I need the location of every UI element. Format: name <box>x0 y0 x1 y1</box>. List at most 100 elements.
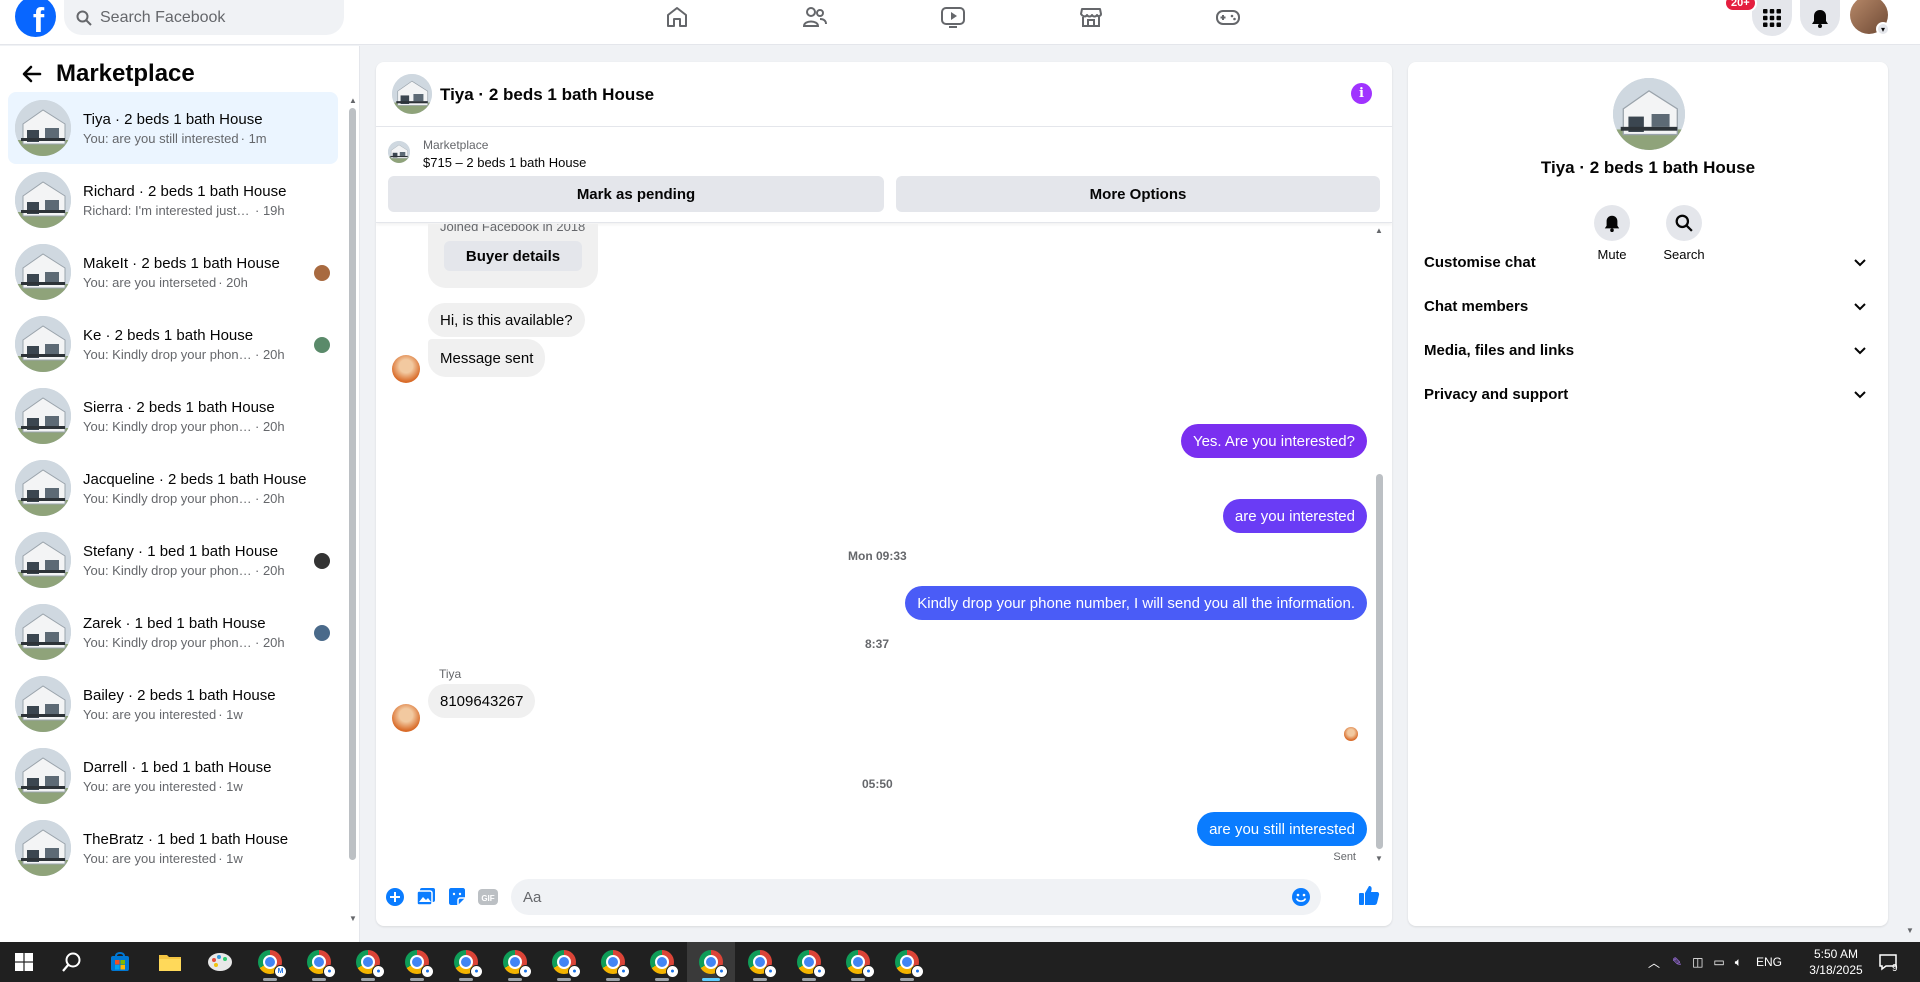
listing-thumbnail <box>15 244 71 300</box>
back-arrow-icon[interactable] <box>20 62 44 86</box>
emoji-icon[interactable] <box>1291 887 1311 907</box>
more-options-button[interactable]: More Options <box>896 176 1380 212</box>
conversation-item[interactable]: Stefany · 1 bed 1 bath House You: Kindly … <box>8 524 338 596</box>
store-app-button[interactable] <box>96 942 144 982</box>
info-icon[interactable]: i <box>1351 83 1372 104</box>
buyer-joined-text: Joined Facebook in 2018 <box>440 224 586 234</box>
conversation-item[interactable]: Richard · 2 beds 1 bath House Richard: I'… <box>8 164 338 236</box>
contact-avatar[interactable] <box>392 704 420 732</box>
listing-profile-image[interactable] <box>1613 78 1685 150</box>
conversation-item[interactable]: Darrell · 1 bed 1 bath House You: are you… <box>8 740 338 812</box>
chrome-window-button[interactable]: ● <box>540 942 588 982</box>
volume-icon[interactable]: 🔈︎ <box>1735 955 1742 970</box>
timestamp-divider: 8:37 <box>865 637 890 651</box>
chrome-window-button-active[interactable]: ● <box>687 942 735 982</box>
message-bubble-outgoing[interactable]: are you still interested <box>1197 812 1367 846</box>
media-files-links-section[interactable]: Media, files and links <box>1416 328 1880 372</box>
mark-as-pending-button[interactable]: Mark as pending <box>388 176 884 212</box>
conversation-preview: You: Kindly drop your phone num... <box>83 418 253 434</box>
chrome-window-button[interactable]: ● <box>736 942 784 982</box>
conversation-item[interactable]: Bailey · 2 beds 1 bath House You: are you… <box>8 668 338 740</box>
message-bubble-outgoing[interactable]: Kindly drop your phone number, I will se… <box>905 586 1367 620</box>
scrollbar-thumb[interactable] <box>349 108 356 860</box>
listing-thumbnail[interactable] <box>392 74 432 114</box>
buyer-details-button[interactable]: Buyer details <box>444 241 582 271</box>
paint-app-button[interactable] <box>196 942 244 982</box>
search-input[interactable] <box>100 8 320 27</box>
chrome-window-button[interactable]: ● <box>491 942 539 982</box>
page-scroll-down-arrow-icon[interactable]: ▼ <box>1906 926 1914 935</box>
chrome-window-button[interactable]: ● <box>393 942 441 982</box>
language-indicator[interactable]: ENG <box>1756 955 1782 969</box>
conversation-name: TheBratz · 1 bed 1 bath House <box>83 830 289 848</box>
contact-avatar[interactable] <box>392 355 420 383</box>
notification-center-button[interactable]: 9 <box>1878 942 1898 982</box>
thumbs-up-icon[interactable] <box>1358 884 1380 906</box>
conversation-text: Jacqueline · 2 beds 1 bath House You: Kin… <box>83 471 313 506</box>
video-icon[interactable] <box>939 4 967 30</box>
conversation-time: · 20h <box>218 274 248 290</box>
chrome-window-button[interactable]: ● <box>834 942 882 982</box>
chrome-window-button[interactable]: ● <box>589 942 637 982</box>
friends-icon[interactable] <box>801 4 829 30</box>
sidebar-scrollbar[interactable]: ▲ ▼ <box>348 96 357 923</box>
chrome-window-button[interactable]: ● <box>638 942 686 982</box>
conversation-item[interactable]: Zarek · 1 bed 1 bath House You: Kindly dr… <box>8 596 338 668</box>
sticker-icon[interactable] <box>446 886 468 908</box>
gaming-icon[interactable] <box>1214 4 1242 30</box>
plus-icon[interactable] <box>384 886 406 908</box>
message-bubble-incoming[interactable]: 8109643267 <box>428 684 536 718</box>
chat-title[interactable]: Tiya · 2 beds 1 bath House <box>440 85 654 105</box>
conversation-item[interactable]: Sierra · 2 beds 1 bath House You: Kindly … <box>8 380 338 452</box>
scroll-up-arrow-icon[interactable]: ▲ <box>349 96 357 105</box>
meet-now-icon[interactable]: ◫ <box>1692 955 1703 969</box>
conversation-item[interactable]: MakeIt · 2 beds 1 bath House You: are you… <box>8 236 338 308</box>
taskbar-clock[interactable]: 5:50 AM 3/18/2025 <box>1796 946 1876 978</box>
read-receipt-avatar <box>314 265 330 281</box>
message-input[interactable] <box>523 888 1283 906</box>
conversation-item[interactable]: Ke · 2 beds 1 bath House You: Kindly drop… <box>8 308 338 380</box>
chat-members-section[interactable]: Chat members <box>1416 284 1880 328</box>
marketplace-icon[interactable] <box>1077 4 1105 30</box>
facebook-logo[interactable]: f <box>15 0 56 37</box>
file-explorer-button[interactable] <box>146 942 194 982</box>
listing-price[interactable]: $715 – 2 beds 1 bath House <box>423 155 586 170</box>
home-icon[interactable] <box>663 4 691 30</box>
conversation-item[interactable]: Jacqueline · 2 beds 1 bath House You: Kin… <box>8 452 338 524</box>
chrome-icon: ● <box>356 950 385 978</box>
scroll-down-arrow-icon[interactable]: ▼ <box>349 914 357 923</box>
message-bubble-outgoing[interactable]: Yes. Are you interested? <box>1180 424 1367 458</box>
chrome-window-button[interactable]: ● <box>442 942 490 982</box>
notifications-button[interactable] <box>1800 0 1840 36</box>
chrome-window-button[interactable]: ● <box>883 942 931 982</box>
conversation-item[interactable]: Tiya · 2 beds 1 bath House You: are you s… <box>8 92 338 164</box>
conversation-item[interactable]: TheBratz · 1 bed 1 bath House You: are yo… <box>8 812 338 884</box>
network-icon[interactable]: ▭ <box>1713 955 1724 969</box>
message-bubble-outgoing[interactable]: are you interested <box>1222 499 1367 533</box>
chrome-window-button[interactable]: M <box>246 942 294 982</box>
show-hidden-icons-chevron-icon[interactable]: ︿ <box>1648 954 1660 971</box>
start-button[interactable] <box>0 942 48 982</box>
privacy-support-section[interactable]: Privacy and support <box>1416 372 1880 416</box>
search-bar[interactable] <box>64 0 344 35</box>
chat-scrollbar[interactable]: ▲ ▼ <box>1374 224 1384 866</box>
listing-small-thumbnail[interactable] <box>388 141 410 163</box>
chrome-window-button[interactable]: ● <box>785 942 833 982</box>
taskbar-search-button[interactable] <box>48 942 96 982</box>
pen-icon[interactable]: ✎ <box>1672 955 1682 969</box>
chrome-window-button[interactable]: ● <box>344 942 392 982</box>
customise-chat-section[interactable]: Customise chat <box>1416 240 1880 284</box>
message-bubble-incoming[interactable]: Message sent <box>428 339 546 377</box>
scroll-up-arrow-icon[interactable]: ▲ <box>1375 226 1383 235</box>
menu-button[interactable] <box>1752 0 1792 36</box>
scroll-down-arrow-icon[interactable]: ▼ <box>1375 854 1383 863</box>
listing-thumbnail <box>15 532 71 588</box>
photo-icon[interactable] <box>415 886 437 908</box>
scrollbar-thumb[interactable] <box>1376 474 1383 849</box>
message-input-box[interactable] <box>511 879 1321 915</box>
chrome-window-button[interactable]: ● <box>295 942 343 982</box>
message-thread: Joined Facebook in 2018 Buyer details Hi… <box>376 224 1392 866</box>
chevron-down-icon[interactable]: ▾ <box>1876 22 1890 36</box>
message-bubble-incoming[interactable]: Hi, is this available? <box>428 303 585 337</box>
gif-icon[interactable]: GIF <box>477 886 499 908</box>
